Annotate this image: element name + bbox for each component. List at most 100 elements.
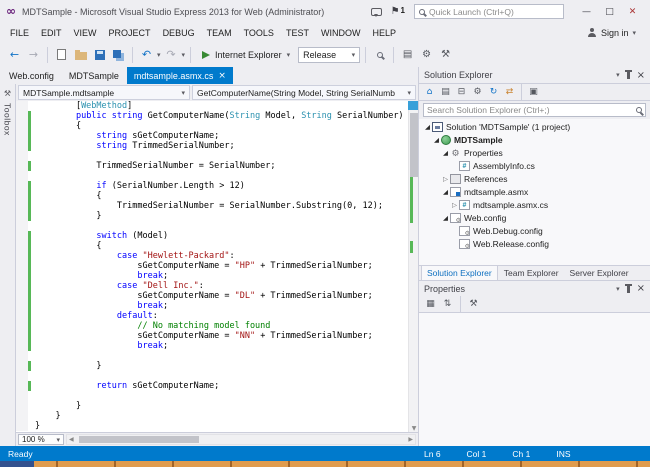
- menu-item-edit[interactable]: EDIT: [35, 26, 68, 40]
- code-line[interactable]: break;: [16, 301, 408, 311]
- new-file-button[interactable]: [53, 46, 70, 63]
- code-line[interactable]: {: [16, 241, 408, 251]
- code-line[interactable]: [16, 351, 408, 361]
- toolbox-button[interactable]: ⚒: [437, 46, 454, 63]
- tree-item-references[interactable]: References: [419, 172, 650, 185]
- code-line[interactable]: [16, 391, 408, 401]
- alphabetical-sort-icon[interactable]: ⇅: [440, 297, 455, 312]
- menu-item-tools[interactable]: TOOLS: [238, 26, 280, 40]
- undo-button[interactable]: [138, 46, 155, 63]
- menu-item-team[interactable]: TEAM: [201, 26, 238, 40]
- panel-tab-solution-explorer[interactable]: Solution Explorer: [421, 265, 498, 280]
- quick-launch-box[interactable]: [414, 4, 564, 19]
- code-line[interactable]: }: [16, 421, 408, 431]
- find-in-files-button[interactable]: [371, 46, 388, 63]
- member-dropdown[interactable]: GetComputerName(String Model, String Ser…: [192, 85, 416, 100]
- code-line[interactable]: default:: [16, 311, 408, 321]
- redo-button[interactable]: [163, 46, 180, 63]
- pin-icon[interactable]: [627, 285, 630, 293]
- code-line[interactable]: sGetComputerName = "HP" + TrimmedSerialN…: [16, 261, 408, 271]
- menu-item-test[interactable]: TEST: [280, 26, 315, 40]
- save-all-button[interactable]: [110, 46, 127, 63]
- code-line[interactable]: case "Hewlett-Packard":: [16, 251, 408, 261]
- code-line[interactable]: string TrimmedSerialNumber;: [16, 141, 408, 151]
- collapse-arrow-icon[interactable]: [432, 136, 441, 144]
- preview-selected-items-icon[interactable]: ▣: [526, 85, 541, 100]
- code-line[interactable]: [WebMethod]: [16, 101, 408, 111]
- menu-item-project[interactable]: PROJECT: [103, 26, 157, 40]
- collapse-arrow-icon[interactable]: [423, 123, 432, 131]
- menu-item-window[interactable]: WINDOW: [315, 26, 367, 40]
- pin-icon[interactable]: [627, 71, 630, 79]
- tree-item-mdtsample[interactable]: MDTSample: [419, 133, 650, 146]
- menu-item-view[interactable]: VIEW: [68, 26, 103, 40]
- toolbox-tab[interactable]: Toolbox: [0, 84, 16, 446]
- code-line[interactable]: [16, 371, 408, 381]
- code-line[interactable]: if (SerialNumber.Length > 12): [16, 181, 408, 191]
- maximize-button[interactable]: □: [598, 3, 621, 20]
- close-button[interactable]: ✕: [621, 3, 644, 20]
- save-button[interactable]: [91, 46, 108, 63]
- window-position-icon[interactable]: [616, 284, 620, 294]
- scrollbar-thumb[interactable]: [410, 113, 418, 177]
- type-dropdown[interactable]: MDTSample.mdtsample: [18, 85, 190, 100]
- code-line[interactable]: sGetComputerName = "DL" + TrimmedSerialN…: [16, 291, 408, 301]
- code-line[interactable]: }: [16, 401, 408, 411]
- show-all-files-icon[interactable]: ▤: [438, 85, 453, 100]
- code-line[interactable]: TrimmedSerialNumber = SerialNumber;: [16, 161, 408, 171]
- properties-icon[interactable]: ⚙: [470, 85, 485, 100]
- home-icon[interactable]: ⌂: [422, 85, 437, 100]
- scroll-right-arrow-icon[interactable]: ▶: [408, 436, 413, 444]
- navigate-forward-button[interactable]: [25, 46, 42, 63]
- windows-taskbar-edge[interactable]: [0, 461, 650, 467]
- solution-configuration-dropdown[interactable]: Release: [298, 47, 360, 63]
- properties-grid[interactable]: [419, 313, 650, 446]
- browser-dropdown-icon[interactable]: [287, 50, 291, 60]
- code-line[interactable]: switch (Model): [16, 231, 408, 241]
- tab-web.config[interactable]: Web.config: [2, 67, 61, 84]
- open-file-button[interactable]: [72, 46, 89, 63]
- code-line[interactable]: string sGetComputerName;: [16, 131, 408, 141]
- code-line[interactable]: [16, 171, 408, 181]
- code-line[interactable]: break;: [16, 271, 408, 281]
- vertical-scrollbar[interactable]: ▼: [408, 101, 418, 432]
- tree-item-mdtsample.asmx[interactable]: mdtsample.asmx: [419, 185, 650, 198]
- sign-in-button[interactable]: Sign in: [588, 28, 646, 38]
- menu-item-file[interactable]: FILE: [4, 26, 35, 40]
- code-line[interactable]: case "Dell Inc.":: [16, 281, 408, 291]
- tab-mdtsample[interactable]: MDTSample: [62, 67, 126, 84]
- code-line[interactable]: {: [16, 191, 408, 201]
- code-line[interactable]: // No matching model found: [16, 321, 408, 331]
- code-line[interactable]: [16, 151, 408, 161]
- minimize-button[interactable]: —: [575, 3, 598, 20]
- collapse-all-icon[interactable]: ⊟: [454, 85, 469, 100]
- properties-window-button[interactable]: ⚙: [418, 46, 435, 63]
- collapse-arrow-icon[interactable]: [441, 149, 450, 157]
- tab-mdtsample.asmx.cs[interactable]: mdtsample.asmx.cs: [127, 67, 233, 84]
- scroll-down-arrow-icon[interactable]: ▼: [409, 425, 418, 432]
- solution-explorer-header[interactable]: Solution Explorer: [419, 67, 650, 83]
- tree-item-web.release.config[interactable]: Web.Release.config: [419, 237, 650, 250]
- scrollbar-thumb[interactable]: [79, 436, 199, 443]
- menu-item-help[interactable]: HELP: [366, 26, 402, 40]
- code-line[interactable]: }: [16, 411, 408, 421]
- code-line[interactable]: {: [16, 121, 408, 131]
- window-position-icon[interactable]: [616, 70, 620, 80]
- expand-arrow-icon[interactable]: [450, 201, 459, 209]
- categorized-icon[interactable]: ▦: [423, 297, 438, 312]
- code-line[interactable]: return sGetComputerName;: [16, 381, 408, 391]
- solution-explorer-button[interactable]: ▤: [399, 46, 416, 63]
- solution-explorer-search[interactable]: [423, 103, 646, 117]
- code-line[interactable]: }: [16, 211, 408, 221]
- code-editor[interactable]: [WebMethod] public string GetComputerNam…: [16, 101, 418, 432]
- menu-item-debug[interactable]: DEBUG: [157, 26, 201, 40]
- expand-arrow-icon[interactable]: [441, 175, 450, 183]
- tree-item-assemblyinfo.cs[interactable]: AssemblyInfo.cs: [419, 159, 650, 172]
- code-line[interactable]: }: [16, 361, 408, 371]
- redo-dropdown-icon[interactable]: [182, 50, 186, 60]
- start-debugging-button[interactable]: Internet Explorer: [196, 48, 296, 62]
- close-icon[interactable]: [637, 283, 645, 294]
- quick-launch-input[interactable]: [429, 7, 559, 17]
- panel-tab-team-explorer[interactable]: Team Explorer: [499, 266, 564, 280]
- close-icon[interactable]: [637, 70, 645, 81]
